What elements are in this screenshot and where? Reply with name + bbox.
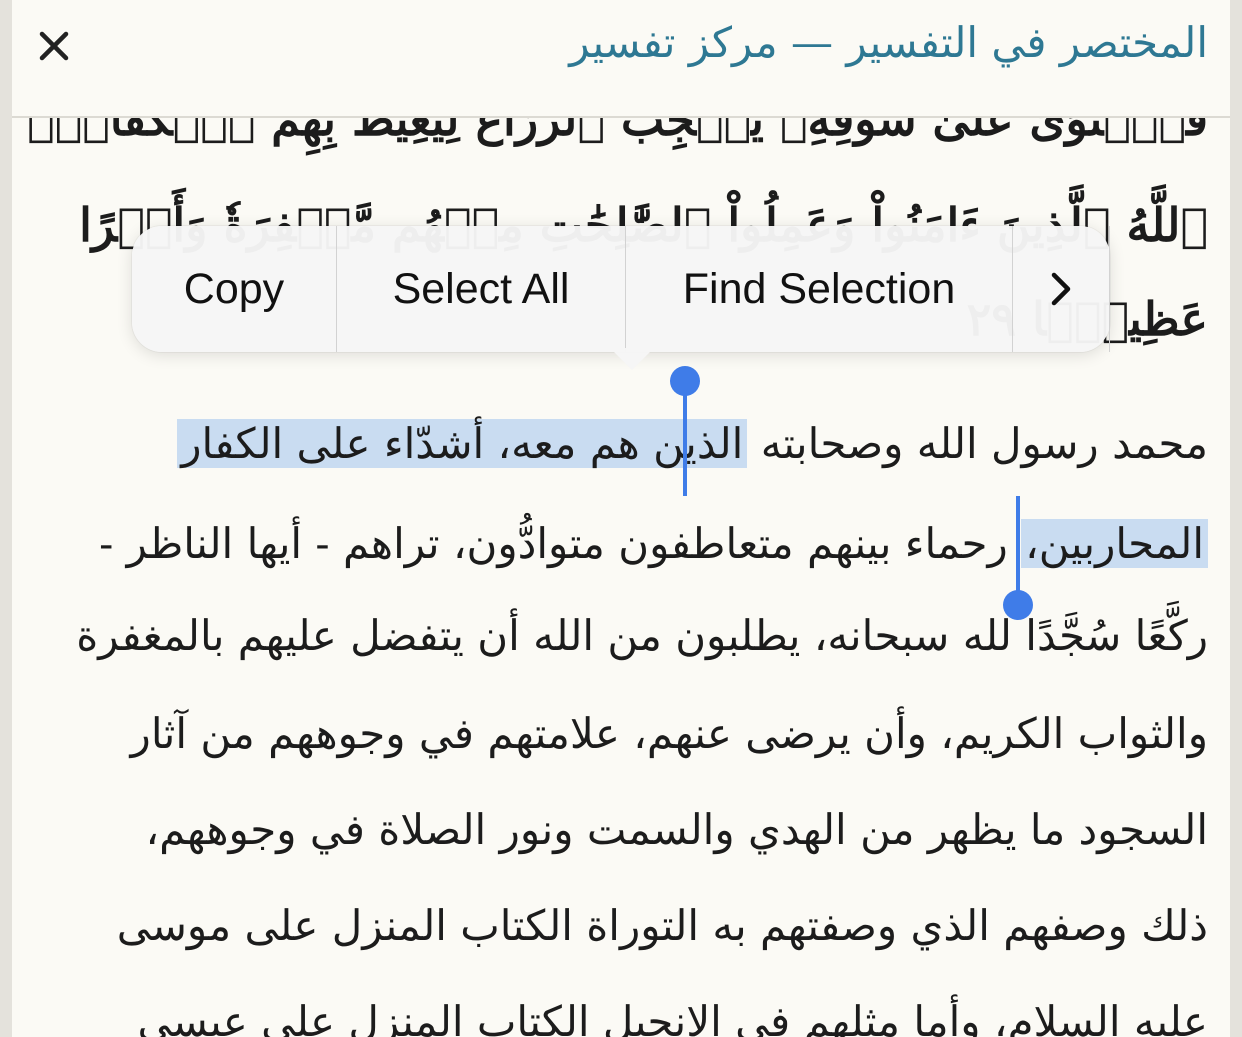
top-bar: المختصر في التفسير — مركز تفسير — [12, 0, 1230, 118]
close-icon — [39, 31, 69, 61]
tafsir-line-6: ذلك وصفهم الذي وصفتهم به التوراة الكتاب … — [116, 901, 1208, 950]
tafsir-line-2-text: رحماء بينهم متعاطفون متوادُّون، تراهم - … — [99, 519, 1008, 568]
tafsir-line-5: السجود ما يظهر من الهدي والسمت ونور الصل… — [145, 805, 1208, 854]
chevron-right-icon — [1051, 272, 1071, 306]
selection-start-handle[interactable] — [670, 366, 700, 396]
selected-text[interactable]: الذين هم معه، أشدّاء على الكفار — [177, 419, 748, 468]
copy-button[interactable]: Copy — [132, 226, 337, 352]
page-title: المختصر في التفسير — مركز تفسير — [569, 18, 1208, 67]
selected-text-end[interactable]: المحاربين، — [1021, 519, 1208, 568]
tafsir-line-2: المحاربين، رحماء بينهم متعاطفون متوادُّو… — [99, 496, 1208, 592]
tafsir-line-4: والثواب الكريم، وأن يرضى عنهم، علامتهم ف… — [130, 709, 1208, 758]
reader-page: المختصر في التفسير — مركز تفسير فَٱسۡتَو… — [12, 0, 1230, 1037]
close-button[interactable] — [30, 22, 78, 70]
tafsir-line-7: عليه السلام، وأما مثلهم في الإنجيل الكتا… — [137, 997, 1208, 1037]
tafsir-line-3: ركَّعًا سُجَّدًا لله سبحانه، يطلبون من ا… — [76, 611, 1208, 660]
tafsir-line-1: محمد رسول الله وصحابته الذين هم معه، أشد… — [177, 396, 1208, 492]
find-selection-button[interactable]: Find Selection — [626, 226, 1013, 352]
selection-end-handle[interactable] — [1003, 590, 1033, 620]
select-all-button[interactable]: Select All — [337, 226, 626, 352]
more-options-button[interactable] — [1013, 226, 1110, 352]
selection-end-handle-bar — [1016, 496, 1020, 596]
menu-pointer — [610, 348, 654, 370]
context-menu: Copy Select All Find Selection — [132, 226, 1110, 370]
selection-start-handle-bar — [683, 384, 687, 496]
tafsir-line-1-text: محمد رسول الله وصحابته — [760, 419, 1208, 468]
